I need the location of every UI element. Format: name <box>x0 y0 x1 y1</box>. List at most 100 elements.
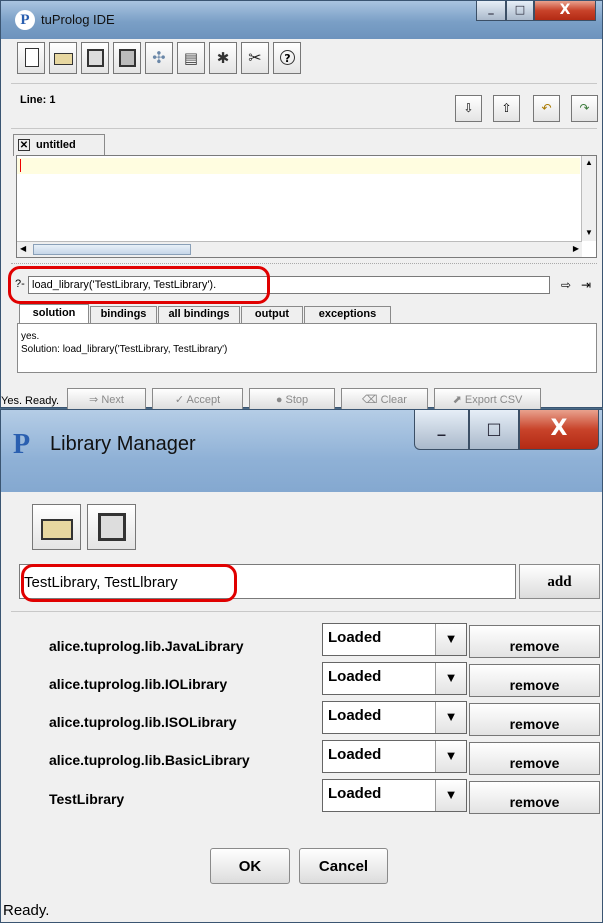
remove-button[interactable]: remove <box>469 664 600 697</box>
minimize-button[interactable]: _ <box>414 410 469 450</box>
books-icon: ▤ <box>183 49 199 67</box>
chevron-down-icon[interactable]: ▼ <box>435 780 466 811</box>
library-name: alice.tuprolog.lib.ISOLibrary <box>49 714 237 730</box>
tab-all-bindings[interactable]: all bindings <box>158 306 240 323</box>
close-button[interactable]: X <box>534 1 596 21</box>
check-icon: ✓ <box>174 394 187 406</box>
solve-button[interactable]: ⇨ <box>557 277 575 294</box>
tab-solution-label: solution <box>32 307 76 319</box>
library-state-select[interactable]: Loaded ▼ <box>322 740 467 773</box>
vertical-scrollbar[interactable]: ▲ ▼ <box>581 156 596 241</box>
tab-output[interactable]: output <box>241 306 303 323</box>
add-button-label: add <box>547 574 572 590</box>
solve-all-button[interactable]: ⇥ <box>577 277 595 294</box>
cancel-button[interactable]: Cancel <box>299 848 388 884</box>
open-file-button[interactable] <box>49 42 77 74</box>
folder-icon <box>41 519 73 540</box>
ok-button-label: OK <box>238 858 262 875</box>
open-library-button[interactable] <box>32 504 81 550</box>
tab-exceptions-label: exceptions <box>318 308 377 320</box>
tab-exceptions[interactable]: exceptions <box>304 306 391 323</box>
remove-button[interactable]: remove <box>469 781 600 814</box>
next-button-label: Next <box>101 394 124 406</box>
library-manager-button[interactable]: ▤ <box>177 42 205 74</box>
remove-button[interactable]: remove <box>469 703 600 736</box>
library-name: alice.tuprolog.lib.BasicLibrary <box>49 752 250 768</box>
tab-solution[interactable]: solution <box>19 304 89 323</box>
export-csv-button[interactable]: ⬈ Export CSV <box>434 388 541 411</box>
horizontal-scrollbar[interactable]: ◀ ▶ <box>17 241 582 257</box>
remove-button-label: remove <box>509 794 560 810</box>
library-state-select[interactable]: Loaded ▼ <box>322 779 467 812</box>
ide-title: tuProlog IDE <box>41 12 115 27</box>
remove-button-label: remove <box>509 677 560 693</box>
undo-button[interactable]: ↶ <box>533 95 560 122</box>
save-as-icon <box>119 49 136 67</box>
ide-status-bar: Yes. Ready. <box>1 395 64 407</box>
stop-button[interactable]: ● Stop <box>249 388 335 411</box>
minimize-button[interactable]: _ <box>476 1 506 21</box>
maximize-button[interactable]: □ <box>469 410 519 450</box>
query-highlight-annotation <box>8 266 270 304</box>
solve-arrow-icon: ⇨ <box>560 278 572 292</box>
library-state-select[interactable]: Loaded ▼ <box>322 662 467 695</box>
solution-panel: yes. Solution: load_library('TestLibrary… <box>17 323 597 373</box>
library-state-value: Loaded <box>328 707 382 724</box>
scroll-down-icon[interactable]: ▼ <box>585 228 593 237</box>
next-button[interactable]: ⇒ Next <box>67 388 146 411</box>
save-library-button[interactable] <box>87 504 136 550</box>
horizontal-scroll-thumb[interactable] <box>33 244 191 255</box>
close-tab-icon[interactable]: ✕ <box>18 139 30 151</box>
scroll-right-icon[interactable]: ▶ <box>573 244 579 253</box>
new-file-icon <box>25 48 39 67</box>
ide-title-bar[interactable]: P tuProlog IDE _ □ X <box>1 1 602 39</box>
clear-button[interactable]: ⌫ Clear <box>341 388 428 411</box>
library-state-select[interactable]: Loaded ▼ <box>322 701 467 734</box>
save-as-button[interactable] <box>113 42 141 74</box>
upload-button[interactable]: ⇧ <box>493 95 520 122</box>
new-file-button[interactable] <box>17 42 45 74</box>
ok-button[interactable]: OK <box>210 848 290 884</box>
download-button[interactable]: ⇩ <box>455 95 482 122</box>
redo-button[interactable]: ↷ <box>571 95 598 122</box>
tab-untitled[interactable]: ✕ untitled <box>13 134 105 156</box>
library-manager-window: P Library Manager _ □ X TestLibrary, Tes… <box>0 409 603 923</box>
solution-line: yes. <box>21 331 40 342</box>
redo-icon: ↷ <box>579 101 590 115</box>
add-button[interactable]: add <box>519 564 600 599</box>
folder-icon <box>54 53 73 65</box>
debug-button[interactable]: ✱ <box>209 42 237 74</box>
chevron-down-icon[interactable]: ▼ <box>435 663 466 694</box>
settings-button[interactable]: ✂ <box>241 42 269 74</box>
chevron-down-icon[interactable]: ▼ <box>435 624 466 655</box>
scroll-up-icon[interactable]: ▲ <box>585 158 593 167</box>
code-editor[interactable]: ▲ ▼ ◀ ▶ <box>16 155 597 258</box>
input-highlight-annotation <box>21 564 237 602</box>
scroll-left-icon[interactable]: ◀ <box>20 244 26 253</box>
next-icon: ⇒ <box>89 394 102 406</box>
maximize-button[interactable]: □ <box>506 1 534 21</box>
broom-icon: ⌫ <box>362 394 381 406</box>
libmgr-title-bar[interactable]: P Library Manager _ □ X <box>1 410 602 492</box>
tab-bindings[interactable]: bindings <box>90 306 157 323</box>
cancel-button-label: Cancel <box>318 858 369 875</box>
remove-button[interactable]: remove <box>469 742 600 775</box>
tab-bindings-label: bindings <box>100 308 147 320</box>
about-button[interactable]: ? <box>273 42 301 74</box>
close-button[interactable]: X <box>519 410 599 450</box>
libraries-button[interactable]: ✣ <box>145 42 173 74</box>
accept-button[interactable]: ✓ Accept <box>152 388 243 411</box>
help-icon: ? <box>280 50 295 65</box>
text-cursor <box>20 159 21 172</box>
save-button[interactable] <box>81 42 109 74</box>
export-csv-button-label: Export CSV <box>464 394 523 406</box>
library-state-select[interactable]: Loaded ▼ <box>322 623 467 656</box>
solution-line: Solution: load_library('TestLibrary, Tes… <box>21 344 228 355</box>
chevron-down-icon[interactable]: ▼ <box>435 702 466 733</box>
remove-button[interactable]: remove <box>469 625 600 658</box>
tab-output-label: output <box>254 308 290 320</box>
export-icon: ⬈ <box>452 394 465 406</box>
tab-all-bindings-label: all bindings <box>168 308 230 320</box>
chevron-down-icon[interactable]: ▼ <box>435 741 466 772</box>
library-state-value: Loaded <box>328 629 382 646</box>
